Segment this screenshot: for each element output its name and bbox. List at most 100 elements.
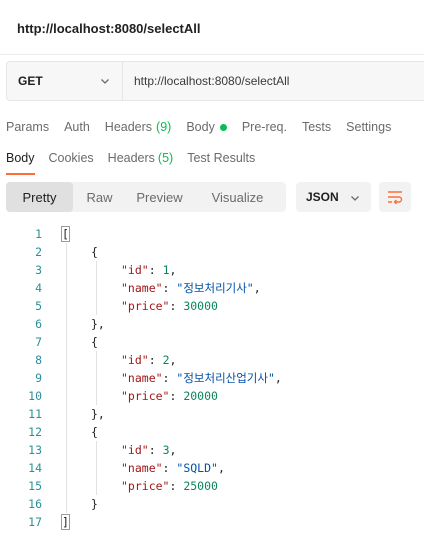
json-key: "name" <box>121 281 163 295</box>
json-key: "price" <box>121 479 170 493</box>
tab-response-headers[interactable]: Headers (5) <box>108 151 174 173</box>
line-number: 13 <box>28 443 42 457</box>
tab-label: Test Results <box>187 151 256 165</box>
object-close-brace: } <box>91 497 98 511</box>
json-key: "id" <box>121 263 149 277</box>
tab-label: Headers <box>104 120 153 134</box>
request-title-bar: http://localhost:8080/selectAll <box>0 0 424 55</box>
format-label: JSON <box>306 190 339 204</box>
method-select[interactable]: GET <box>7 62 123 100</box>
tab-headers[interactable]: Headers (9) <box>105 118 172 136</box>
wrap-lines-icon <box>388 191 403 204</box>
line-number: 17 <box>28 515 42 529</box>
object-close-brace: }, <box>91 317 105 331</box>
code-line: 12 { <box>0 423 424 441</box>
line-number: 16 <box>28 497 42 511</box>
tab-label: Tests <box>301 120 332 134</box>
code-line: 10 "price": 20000 <box>0 387 424 405</box>
array-open-bracket: [ <box>61 226 70 242</box>
response-headers-count: (5) <box>157 151 174 165</box>
view-preview-button[interactable]: Preview <box>126 182 193 212</box>
array-close-bracket: ] <box>61 514 70 530</box>
url-input[interactable]: http://localhost:8080/selectAll <box>123 62 424 100</box>
code-line: 14 "name": "SQLD", <box>0 459 424 477</box>
json-value: 25000 <box>183 479 218 493</box>
code-line: 13 "id": 3, <box>0 441 424 459</box>
json-value: 2 <box>162 353 170 367</box>
view-raw-button[interactable]: Raw <box>73 182 126 212</box>
tab-label: Settings <box>346 120 392 134</box>
json-value: 1 <box>162 263 170 277</box>
response-tabs: Body Cookies Headers (5) Test Results <box>6 151 269 175</box>
tab-label: Body <box>6 151 35 165</box>
request-title[interactable]: http://localhost:8080/selectAll <box>17 21 201 36</box>
code-line: 8 "id": 2, <box>0 351 424 369</box>
json-key: "price" <box>121 389 170 403</box>
tab-auth[interactable]: Auth <box>64 118 90 136</box>
code-line: 6 }, <box>0 315 424 333</box>
code-line: 16 } <box>0 495 424 513</box>
line-number: 10 <box>28 389 42 403</box>
code-line: 17 ] <box>0 513 424 531</box>
code-line: 11 }, <box>0 405 424 423</box>
tab-label: Pre-req. <box>241 120 287 134</box>
view-pretty-button[interactable]: Pretty <box>6 182 73 212</box>
code-line: 4 "name": "정보처리기사", <box>0 279 424 297</box>
object-close-brace: }, <box>91 407 105 421</box>
code-line: 3 "id": 1, <box>0 261 424 279</box>
code-line: 7 { <box>0 333 424 351</box>
wrap-lines-button[interactable] <box>379 182 411 212</box>
tab-label: Body <box>186 120 215 134</box>
json-value: "정보처리산업기사" <box>176 371 275 385</box>
format-select[interactable]: JSON <box>296 182 371 212</box>
tab-params[interactable]: Params <box>6 118 49 136</box>
object-open-brace: { <box>91 425 98 439</box>
code-line: 5 "price": 30000 <box>0 297 424 315</box>
tab-response-body[interactable]: Body <box>6 151 35 175</box>
code-line: 9 "name": "정보처리산업기사", <box>0 369 424 387</box>
line-number: 5 <box>35 299 42 313</box>
json-value: 30000 <box>183 299 218 313</box>
code-line: 2 { <box>0 243 424 261</box>
dot-icon <box>219 123 227 131</box>
json-key: "price" <box>121 299 170 313</box>
chevron-down-icon <box>351 196 359 201</box>
object-open-brace: { <box>91 245 98 259</box>
line-number: 1 <box>35 227 42 241</box>
object-open-brace: { <box>91 335 98 349</box>
json-value: "SQLD" <box>176 461 218 475</box>
line-number: 11 <box>28 407 42 421</box>
tab-label: Headers <box>107 151 155 165</box>
json-key: "id" <box>121 443 149 457</box>
json-key: "name" <box>121 371 163 385</box>
line-number: 6 <box>35 317 42 331</box>
method-label: GET <box>18 74 43 88</box>
line-number: 2 <box>35 245 42 259</box>
json-key: "name" <box>121 461 163 475</box>
tab-test-results[interactable]: Test Results <box>187 151 255 173</box>
json-value: "정보처리기사" <box>176 281 254 295</box>
tab-label: Cookies <box>48 151 94 165</box>
code-line: 15 "price": 25000 <box>0 477 424 495</box>
response-body-viewer[interactable]: 1 [ 2 { 3 "id": 1, 4 "name": "정보처리기사", 5… <box>0 225 424 531</box>
line-number: 3 <box>35 263 42 277</box>
view-mode-switcher: Pretty Raw Preview Visualize <box>6 182 286 212</box>
tab-settings[interactable]: Settings <box>346 118 391 136</box>
tab-body[interactable]: Body <box>186 118 227 136</box>
url-bar: GET http://localhost:8080/selectAll <box>6 61 424 101</box>
json-value: 20000 <box>183 389 218 403</box>
line-number: 12 <box>28 425 42 439</box>
tab-label: Auth <box>64 120 90 134</box>
request-tabs: Params Auth Headers (9) Body Pre-req. Tes… <box>6 118 406 136</box>
json-key: "id" <box>121 353 149 367</box>
tab-cookies[interactable]: Cookies <box>49 151 94 173</box>
view-visualize-button[interactable]: Visualize <box>193 182 282 212</box>
json-value: 3 <box>162 443 170 457</box>
tab-tests[interactable]: Tests <box>302 118 331 136</box>
line-number: 8 <box>35 353 42 367</box>
headers-count: (9) <box>156 120 172 134</box>
line-number: 15 <box>28 479 42 493</box>
tab-label: Params <box>6 120 50 134</box>
line-number: 14 <box>28 461 42 475</box>
tab-pre-request[interactable]: Pre-req. <box>242 118 287 136</box>
